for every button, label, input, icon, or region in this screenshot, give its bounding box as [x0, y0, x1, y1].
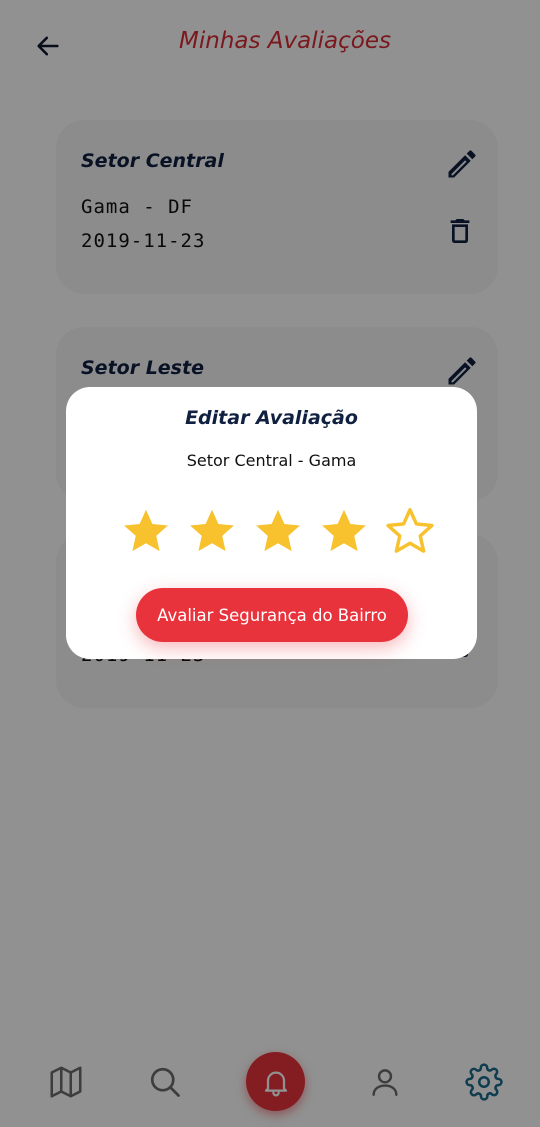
star-filled-icon	[190, 509, 234, 552]
star-outline-icon	[386, 508, 434, 553]
star-filled-icon	[256, 509, 300, 552]
star-filled-icon	[124, 509, 168, 552]
dialog-title: Editar Avaliação	[185, 407, 358, 429]
rating-star-5[interactable]	[384, 505, 436, 557]
rating-star-4[interactable]	[318, 505, 370, 557]
star-filled-icon	[322, 509, 366, 552]
submit-rating-button[interactable]: Avaliar Segurança do Bairro	[136, 588, 408, 642]
rating-star-3[interactable]	[252, 505, 304, 557]
edit-review-dialog: Editar Avaliação Setor Central - Gama Av…	[66, 387, 477, 659]
rating-star-1[interactable]	[120, 505, 172, 557]
star-rating	[120, 505, 436, 557]
dialog-subtitle: Setor Central - Gama	[186, 451, 357, 470]
rating-star-2[interactable]	[186, 505, 238, 557]
